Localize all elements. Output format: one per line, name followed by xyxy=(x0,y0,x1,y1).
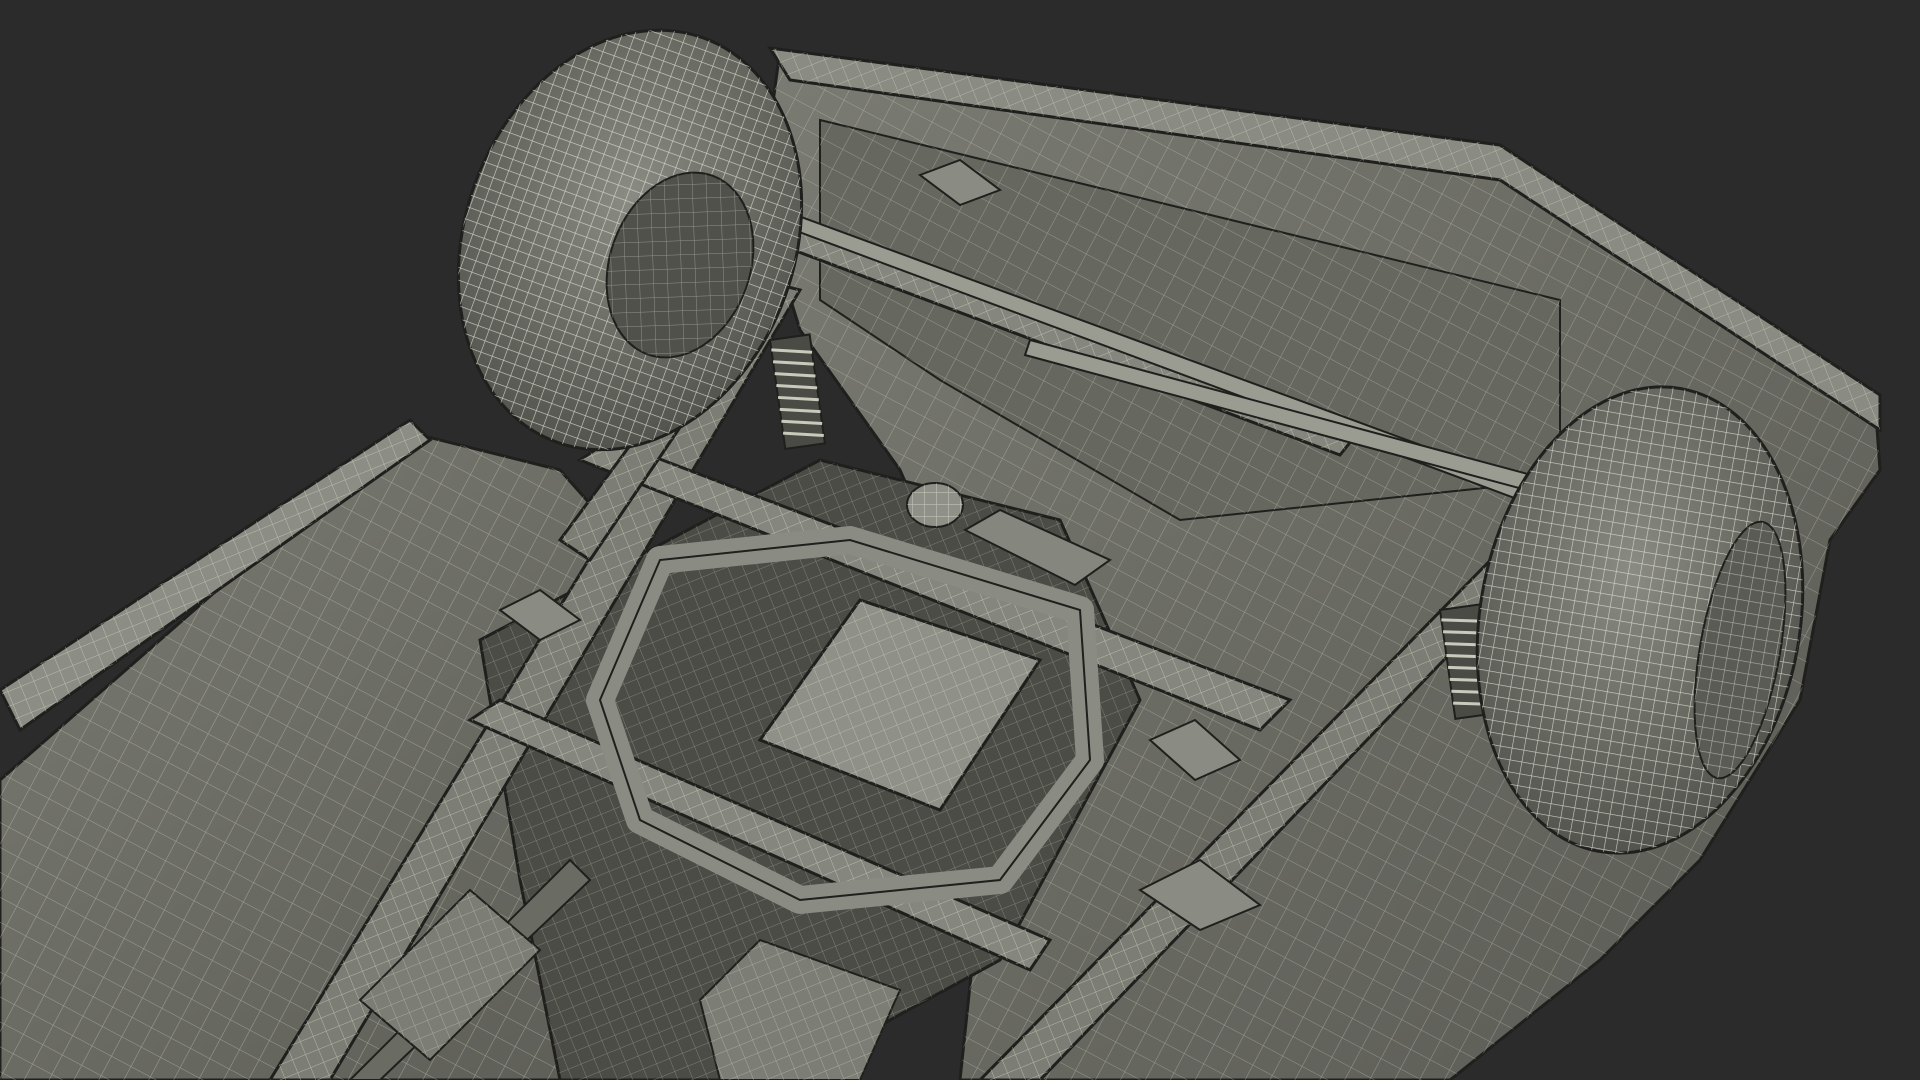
render-viewport xyxy=(0,0,1920,1080)
wireframe-render xyxy=(0,0,1920,1080)
